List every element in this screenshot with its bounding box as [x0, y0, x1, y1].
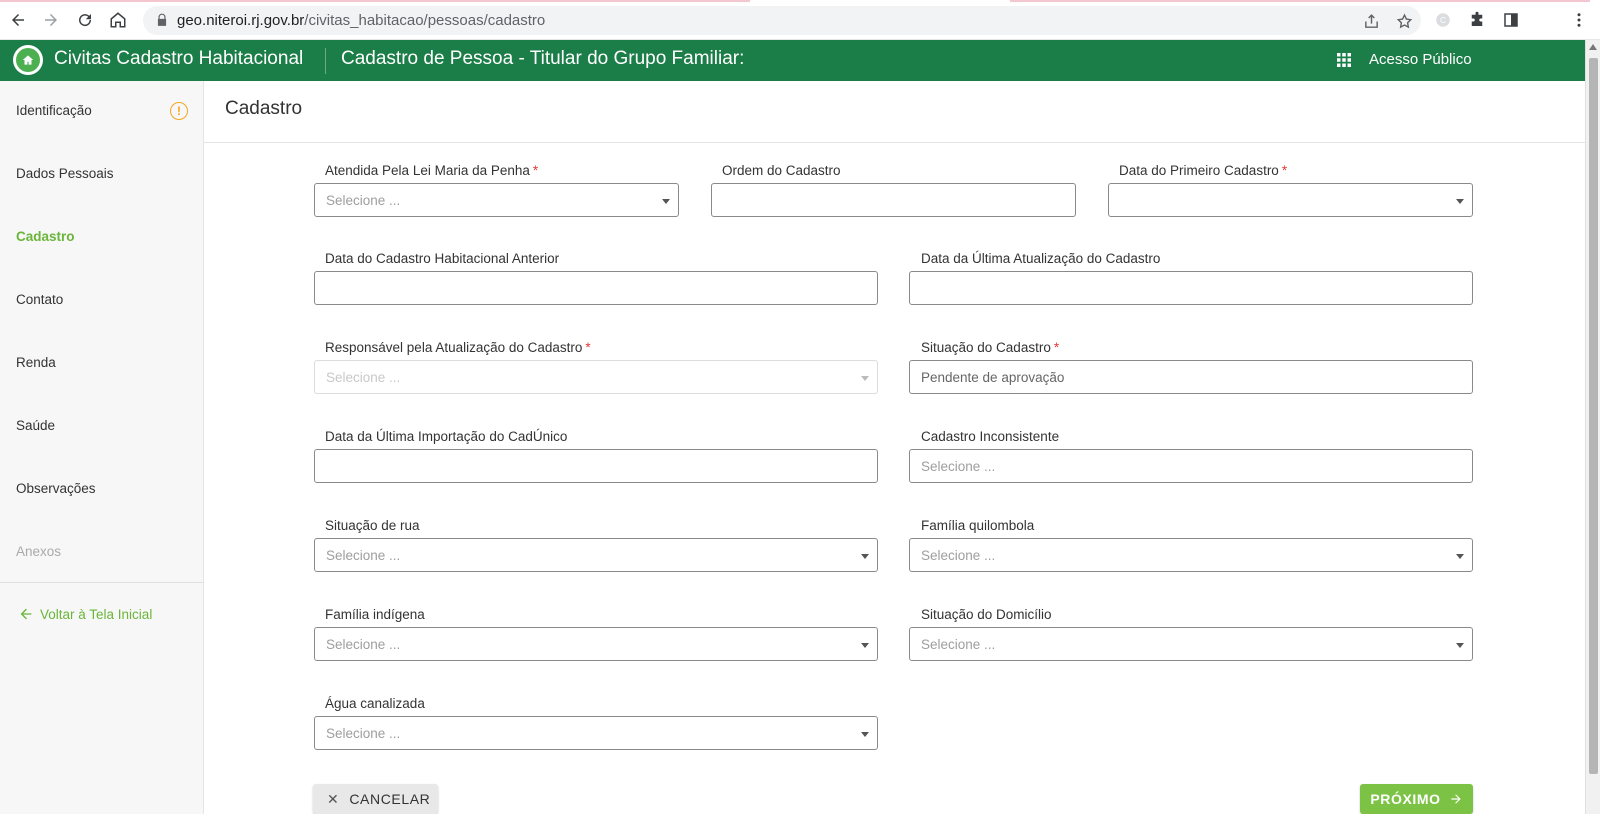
responsavel-atualizacao-label: Responsável pela Atualização do Cadastro… — [325, 340, 591, 355]
data-importacao-cadunico-input[interactable] — [314, 449, 878, 483]
arrow-right-icon — [1450, 794, 1461, 804]
section-header: Cadastro — [204, 81, 1585, 143]
scrollbar-thumb[interactable] — [1589, 58, 1598, 774]
side-panel-icon[interactable] — [1500, 9, 1522, 31]
situacao-cadastro-label: Situação do Cadastro * — [921, 340, 1060, 355]
back-to-home-link[interactable]: Voltar à Tela Inicial — [18, 606, 152, 622]
data-ultima-atualizacao-label: Data da Última Atualização do Cadastro — [921, 251, 1161, 266]
sidebar-item-renda[interactable]: Renda — [16, 355, 56, 370]
familia-quilombola-label: Família quilombola — [921, 518, 1035, 533]
dropdown-caret-icon — [662, 199, 670, 204]
dropdown-caret-icon — [1456, 554, 1464, 559]
lei-maria-penha-select[interactable]: Selecione ... — [314, 183, 679, 217]
ordem-cadastro-label: Ordem do Cadastro — [722, 163, 841, 178]
arrow-left-icon — [20, 608, 32, 620]
extension-c-icon[interactable]: C — [1432, 9, 1454, 31]
browser-toolbar: geo.niteroi.rj.gov.br/civitas_habitacao/… — [0, 0, 1600, 40]
ordem-cadastro-input[interactable] — [711, 183, 1076, 217]
dropdown-caret-icon — [861, 643, 869, 648]
dropdown-caret-icon — [861, 376, 869, 381]
dropdown-caret-icon — [861, 732, 869, 737]
house-icon — [16, 48, 40, 72]
sidebar-item-contato[interactable]: Contato — [16, 292, 63, 307]
home-icon[interactable] — [106, 8, 130, 32]
sidebar-item-observacoes[interactable]: Observações — [16, 481, 96, 496]
url-text: geo.niteroi.rj.gov.br/civitas_habitacao/… — [177, 12, 546, 29]
data-cadastro-anterior-label: Data do Cadastro Habitacional Anterior — [325, 251, 560, 266]
sidebar-divider — [0, 582, 203, 583]
reload-icon[interactable] — [73, 8, 97, 32]
scroll-up-icon[interactable] — [1589, 44, 1597, 50]
familia-indigena-label: Família indígena — [325, 607, 425, 622]
familia-indigena-select[interactable]: Selecione ... — [314, 627, 878, 661]
situacao-cadastro-field: Pendente de aprovação — [909, 360, 1473, 394]
bookmark-star-icon[interactable] — [1394, 11, 1414, 31]
data-cadastro-anterior-input[interactable] — [314, 271, 878, 305]
address-bar[interactable]: geo.niteroi.rj.gov.br/civitas_habitacao/… — [143, 6, 1421, 35]
dropdown-caret-icon — [1456, 643, 1464, 648]
page-scrollbar[interactable] — [1585, 40, 1600, 814]
app-header: Civitas Cadastro Habitacional Cadastro d… — [0, 40, 1585, 81]
back-to-home-label: Voltar à Tela Inicial — [40, 606, 153, 622]
situacao-cadastro-value: Pendente de aprovação — [921, 370, 1065, 385]
cadastro-inconsistente-label: Cadastro Inconsistente — [921, 429, 1060, 444]
sidebar: Identificação ! Dados Pessoais Cadastro … — [0, 81, 204, 814]
agua-canalizada-select[interactable]: Selecione ... — [314, 716, 878, 750]
svg-text:C: C — [1440, 16, 1446, 25]
header-divider — [325, 48, 326, 74]
lei-maria-penha-label: Atendida Pela Lei Maria da Penha * — [325, 163, 539, 178]
sidebar-item-saude[interactable]: Saúde — [16, 418, 55, 433]
tab-strip-edge — [0, 0, 1600, 2]
warning-icon: ! — [170, 102, 188, 120]
sidebar-item-cadastro[interactable]: Cadastro — [16, 229, 75, 244]
share-icon[interactable] — [1361, 11, 1381, 31]
situacao-domicilio-label: Situação do Domicílio — [921, 607, 1052, 622]
apps-grid-icon[interactable] — [1336, 52, 1352, 68]
situacao-domicilio-select[interactable]: Selecione ... — [909, 627, 1473, 661]
page-title: Cadastro de Pessoa - Titular do Grupo Fa… — [341, 48, 745, 69]
section-title: Cadastro — [225, 98, 303, 119]
dropdown-caret-icon — [861, 554, 869, 559]
back-arrow-icon[interactable] — [6, 8, 30, 32]
forward-arrow-icon[interactable] — [39, 8, 63, 32]
sidebar-item-anexos: Anexos — [16, 544, 62, 559]
next-button-label: PRÓXIMO — [1370, 791, 1441, 807]
app-logo[interactable] — [13, 45, 43, 75]
dropdown-caret-icon — [1456, 199, 1464, 204]
cancel-button-label: CANCELAR — [349, 791, 431, 807]
data-primeiro-cadastro-select[interactable] — [1108, 183, 1473, 217]
familia-quilombola-select[interactable]: Selecione ... — [909, 538, 1473, 572]
cadastro-inconsistente-field[interactable]: Selecione ... — [909, 449, 1473, 483]
extensions-puzzle-icon[interactable] — [1466, 9, 1488, 31]
next-button[interactable]: PRÓXIMO — [1360, 784, 1473, 814]
browser-menu-icon[interactable] — [1568, 9, 1590, 31]
responsavel-atualizacao-select: Selecione ... — [314, 360, 878, 394]
data-primeiro-cadastro-label: Data do Primeiro Cadastro * — [1119, 163, 1288, 178]
data-ultima-atualizacao-input[interactable] — [909, 271, 1473, 305]
agua-canalizada-label: Água canalizada — [325, 696, 425, 711]
close-icon: ✕ — [327, 790, 340, 807]
sidebar-item-dados-pessoais[interactable]: Dados Pessoais — [16, 166, 114, 181]
situacao-rua-label: Situação de rua — [325, 518, 420, 533]
situacao-rua-select[interactable]: Selecione ... — [314, 538, 878, 572]
data-importacao-cadunico-label: Data da Última Importação do CadÚnico — [325, 429, 568, 444]
access-link[interactable]: Acesso Público — [1369, 51, 1472, 68]
cancel-button[interactable]: ✕ CANCELAR — [313, 784, 438, 814]
lock-icon — [157, 13, 167, 26]
sidebar-item-identificacao[interactable]: Identificação — [16, 103, 92, 118]
app-title: Civitas Cadastro Habitacional — [54, 48, 304, 69]
